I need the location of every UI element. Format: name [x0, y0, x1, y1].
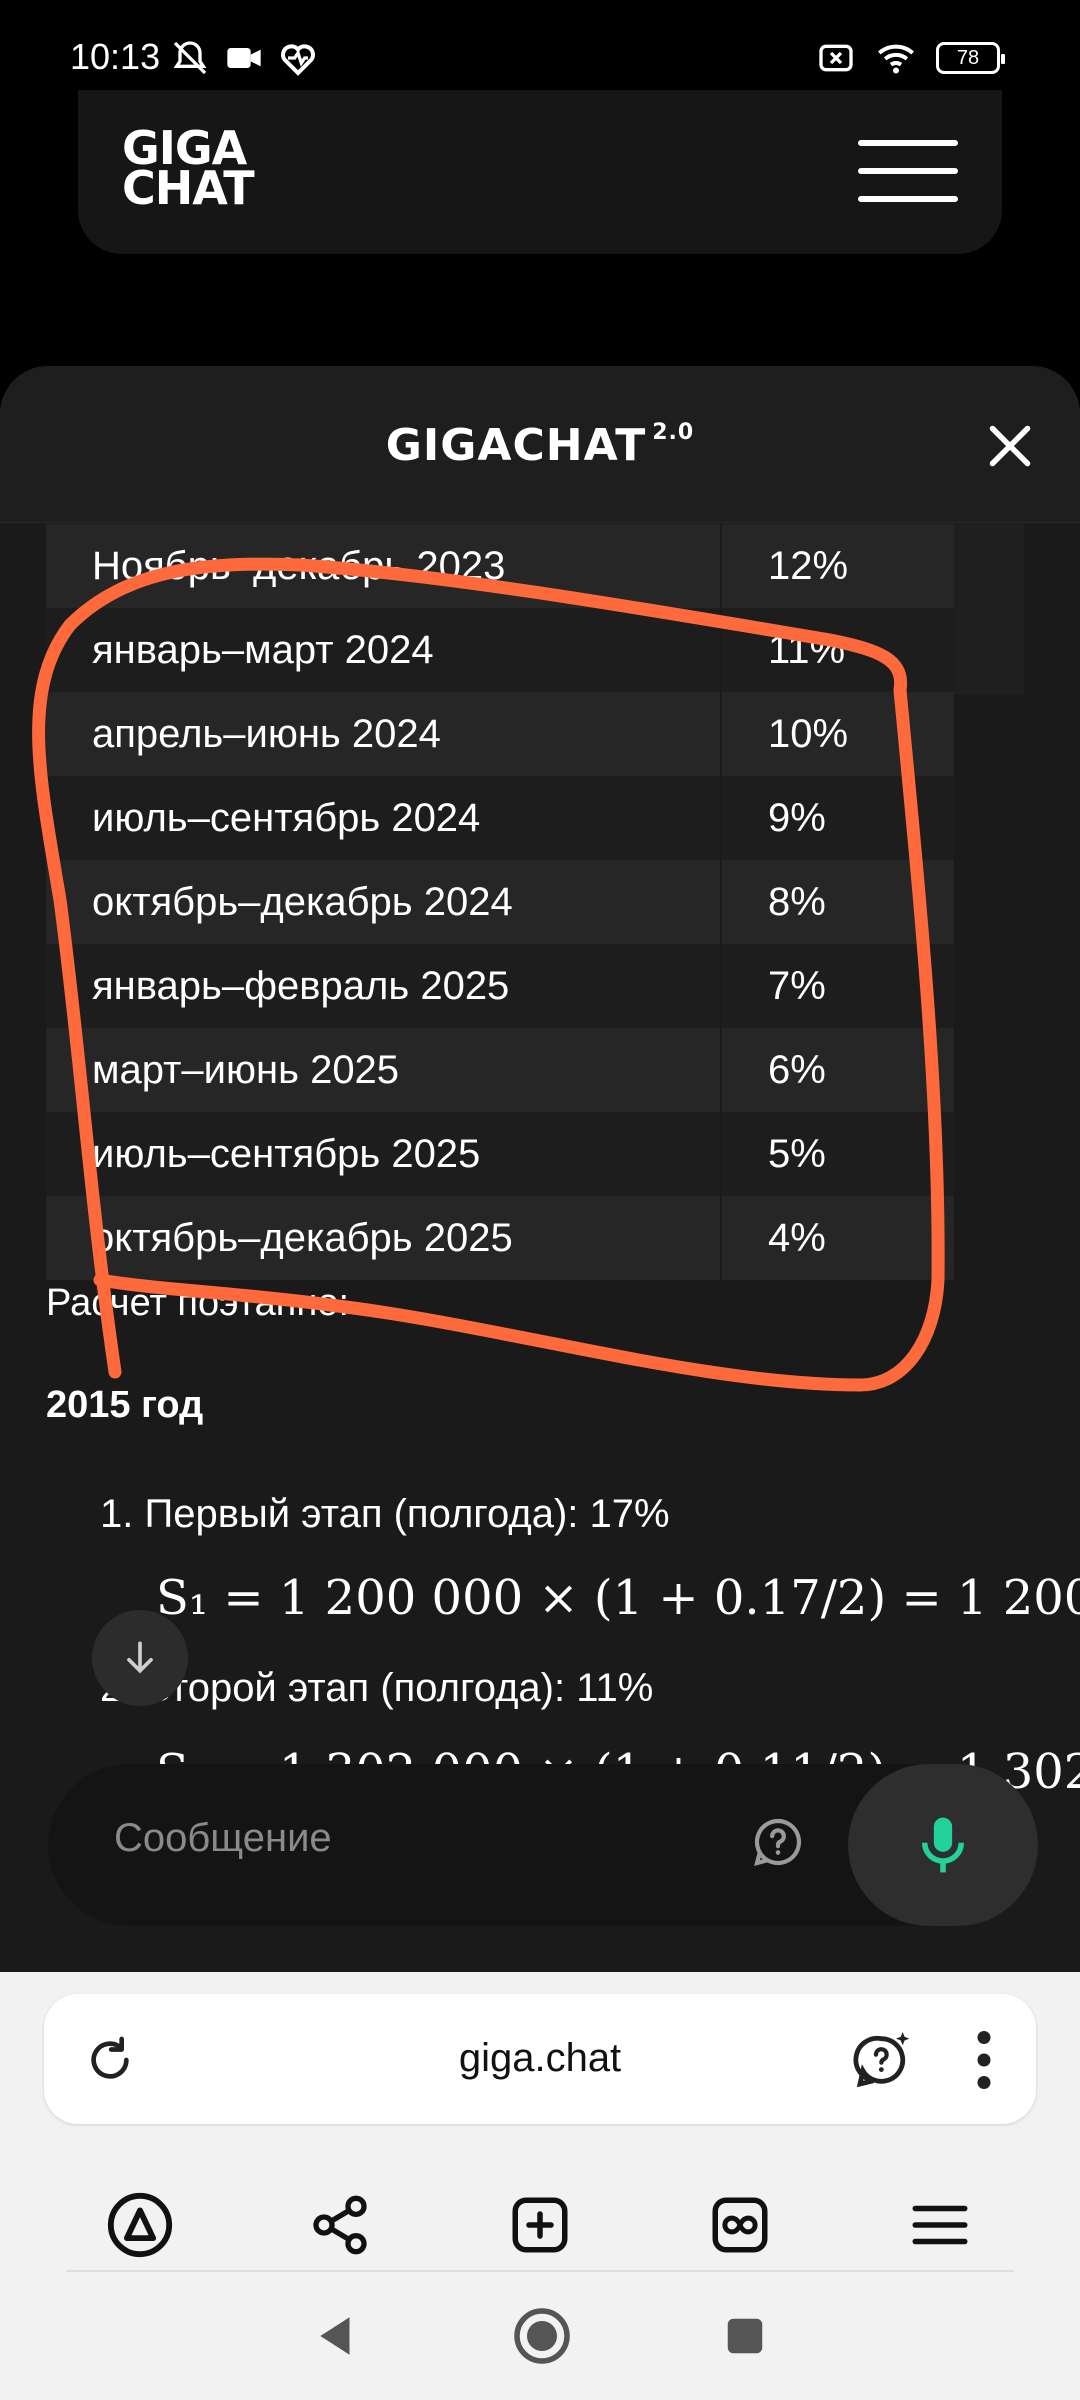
panel-logo-version: 2.0 — [652, 420, 695, 445]
browser-menu-button[interactable] — [904, 2189, 976, 2261]
panel-logo: GIGACHAT 2.0 — [0, 420, 1080, 471]
menu-icon-bar — [858, 196, 958, 202]
microphone-icon — [921, 1817, 965, 1873]
table-row: июль–сентябрь 2024 9% — [46, 776, 954, 860]
table-cell-rate: 4% — [768, 1215, 826, 1260]
browser-toolbar — [0, 2170, 1080, 2280]
new-tab-button[interactable] — [504, 2189, 576, 2261]
plus-square-icon — [512, 2197, 568, 2253]
table-cell-rate: 5% — [768, 1131, 826, 1176]
status-icons-left — [170, 38, 318, 78]
table-cell-period: Ноябрь–декабрь 2023 — [46, 524, 722, 608]
step-1-text: 1. Первый этап (полгода): 17% — [100, 1492, 670, 1536]
site-header: GIGA CHAT — [78, 90, 1002, 254]
alice-icon — [107, 2192, 173, 2258]
table-cell-rate: 12% — [768, 543, 849, 588]
table-cell-period: январь–февраль 2025 — [46, 944, 722, 1028]
logo-line-2: CHAT — [122, 161, 255, 215]
table-cell-rate: 6% — [768, 1047, 826, 1092]
status-bar: 10:13 78 — [0, 0, 1080, 90]
tabs-infinity-icon — [712, 2197, 768, 2253]
tabs-button[interactable] — [704, 2189, 776, 2261]
table-cell-rate: 10% — [768, 711, 849, 756]
wifi-icon — [878, 44, 914, 74]
heart-rate-icon — [281, 44, 315, 76]
table-cell-period: март–июнь 2025 — [46, 1028, 722, 1112]
home-icon[interactable] — [512, 2306, 572, 2366]
ai-assistant-icon[interactable] — [852, 2028, 916, 2092]
panel-logo-text: GIGACHAT — [385, 420, 647, 471]
battery-indicator: 78 — [936, 42, 1005, 74]
table-cell-rate: 7% — [768, 963, 826, 1008]
answer-intro: Расчет поэтапно: — [46, 1282, 350, 1324]
table-cell-rate: 8% — [768, 879, 826, 924]
table-cell-period: октябрь–декабрь 2025 — [46, 1196, 722, 1280]
year-heading: 2015 год — [46, 1384, 204, 1426]
bell-muted-icon — [173, 41, 207, 75]
site-header-area: GIGA CHAT — [0, 90, 1080, 370]
video-camera-icon — [227, 48, 261, 68]
toolbar-divider — [66, 2270, 1014, 2272]
rates-table: Ноябрь–декабрь 2023 12% январь–март 2024 11… — [46, 524, 954, 1280]
message-composer: Сообщение — [48, 1764, 1038, 1926]
table-cell-period: июль–сентябрь 2024 — [46, 776, 722, 860]
menu-button[interactable] — [858, 140, 958, 206]
system-navigation — [0, 2286, 1080, 2386]
status-time: 10:13 — [70, 36, 161, 77]
table-row: октябрь–декабрь 2024 8% — [46, 860, 954, 944]
chat-panel: GIGACHAT 2.0 Ноябрь–декабрь 2023 12% январь… — [0, 366, 1080, 1972]
table-cell-rate: 11% — [768, 627, 846, 672]
gigachat-logo[interactable]: GIGA CHAT — [122, 125, 255, 215]
table-row: октябрь–декабрь 2025 4% — [46, 1196, 954, 1280]
arrow-down-icon — [127, 1641, 153, 1674]
menu-icon — [912, 2205, 968, 2245]
status-icons-right: 78 — [816, 38, 1005, 78]
table-cell-period: апрель–июнь 2024 — [46, 692, 722, 776]
chat-content[interactable]: Ноябрь–декабрь 2023 12% январь–март 2024 11… — [0, 524, 1080, 1972]
table-row: январь–март 2024 11% — [46, 608, 954, 692]
alice-button[interactable] — [104, 2189, 176, 2261]
voice-input-button[interactable] — [848, 1764, 1038, 1926]
share-icon — [313, 2195, 367, 2255]
more-vertical-icon[interactable] — [976, 2030, 992, 2090]
table-cell-period: октябрь–декабрь 2024 — [46, 860, 722, 944]
address-bar[interactable]: giga.chat — [44, 1994, 1036, 2124]
table-row: Ноябрь–декабрь 2023 12% — [46, 524, 954, 608]
close-icon[interactable] — [980, 416, 1040, 476]
table-cell-period: июль–сентябрь 2025 — [46, 1112, 722, 1196]
formula-1: S₁ = 1 200 000 × (1 + 0.17/2) = 1 200 00… — [156, 1570, 1080, 1626]
browser-chrome: giga.chat — [0, 1972, 1080, 2400]
message-input[interactable]: Сообщение — [114, 1816, 332, 1861]
chat-panel-header: GIGACHAT 2.0 — [0, 366, 1080, 523]
table-cell-rate: 9% — [768, 795, 826, 840]
menu-icon-bar — [858, 168, 958, 174]
share-button[interactable] — [304, 2189, 376, 2261]
table-row: январь–февраль 2025 7% — [46, 944, 954, 1028]
scroll-down-button[interactable] — [92, 1610, 188, 1706]
menu-icon-bar — [858, 140, 958, 146]
back-icon[interactable] — [312, 2311, 362, 2361]
table-scroll-edge — [954, 524, 1024, 694]
help-icon[interactable] — [750, 1814, 806, 1870]
table-row: март–июнь 2025 6% — [46, 1028, 954, 1112]
table-cell-period: январь–март 2024 — [46, 608, 722, 692]
table-row: июль–сентябрь 2025 5% — [46, 1112, 954, 1196]
table-row: апрель–июнь 2024 10% — [46, 692, 954, 776]
recents-icon[interactable] — [722, 2313, 768, 2359]
no-sim-icon — [819, 44, 853, 72]
